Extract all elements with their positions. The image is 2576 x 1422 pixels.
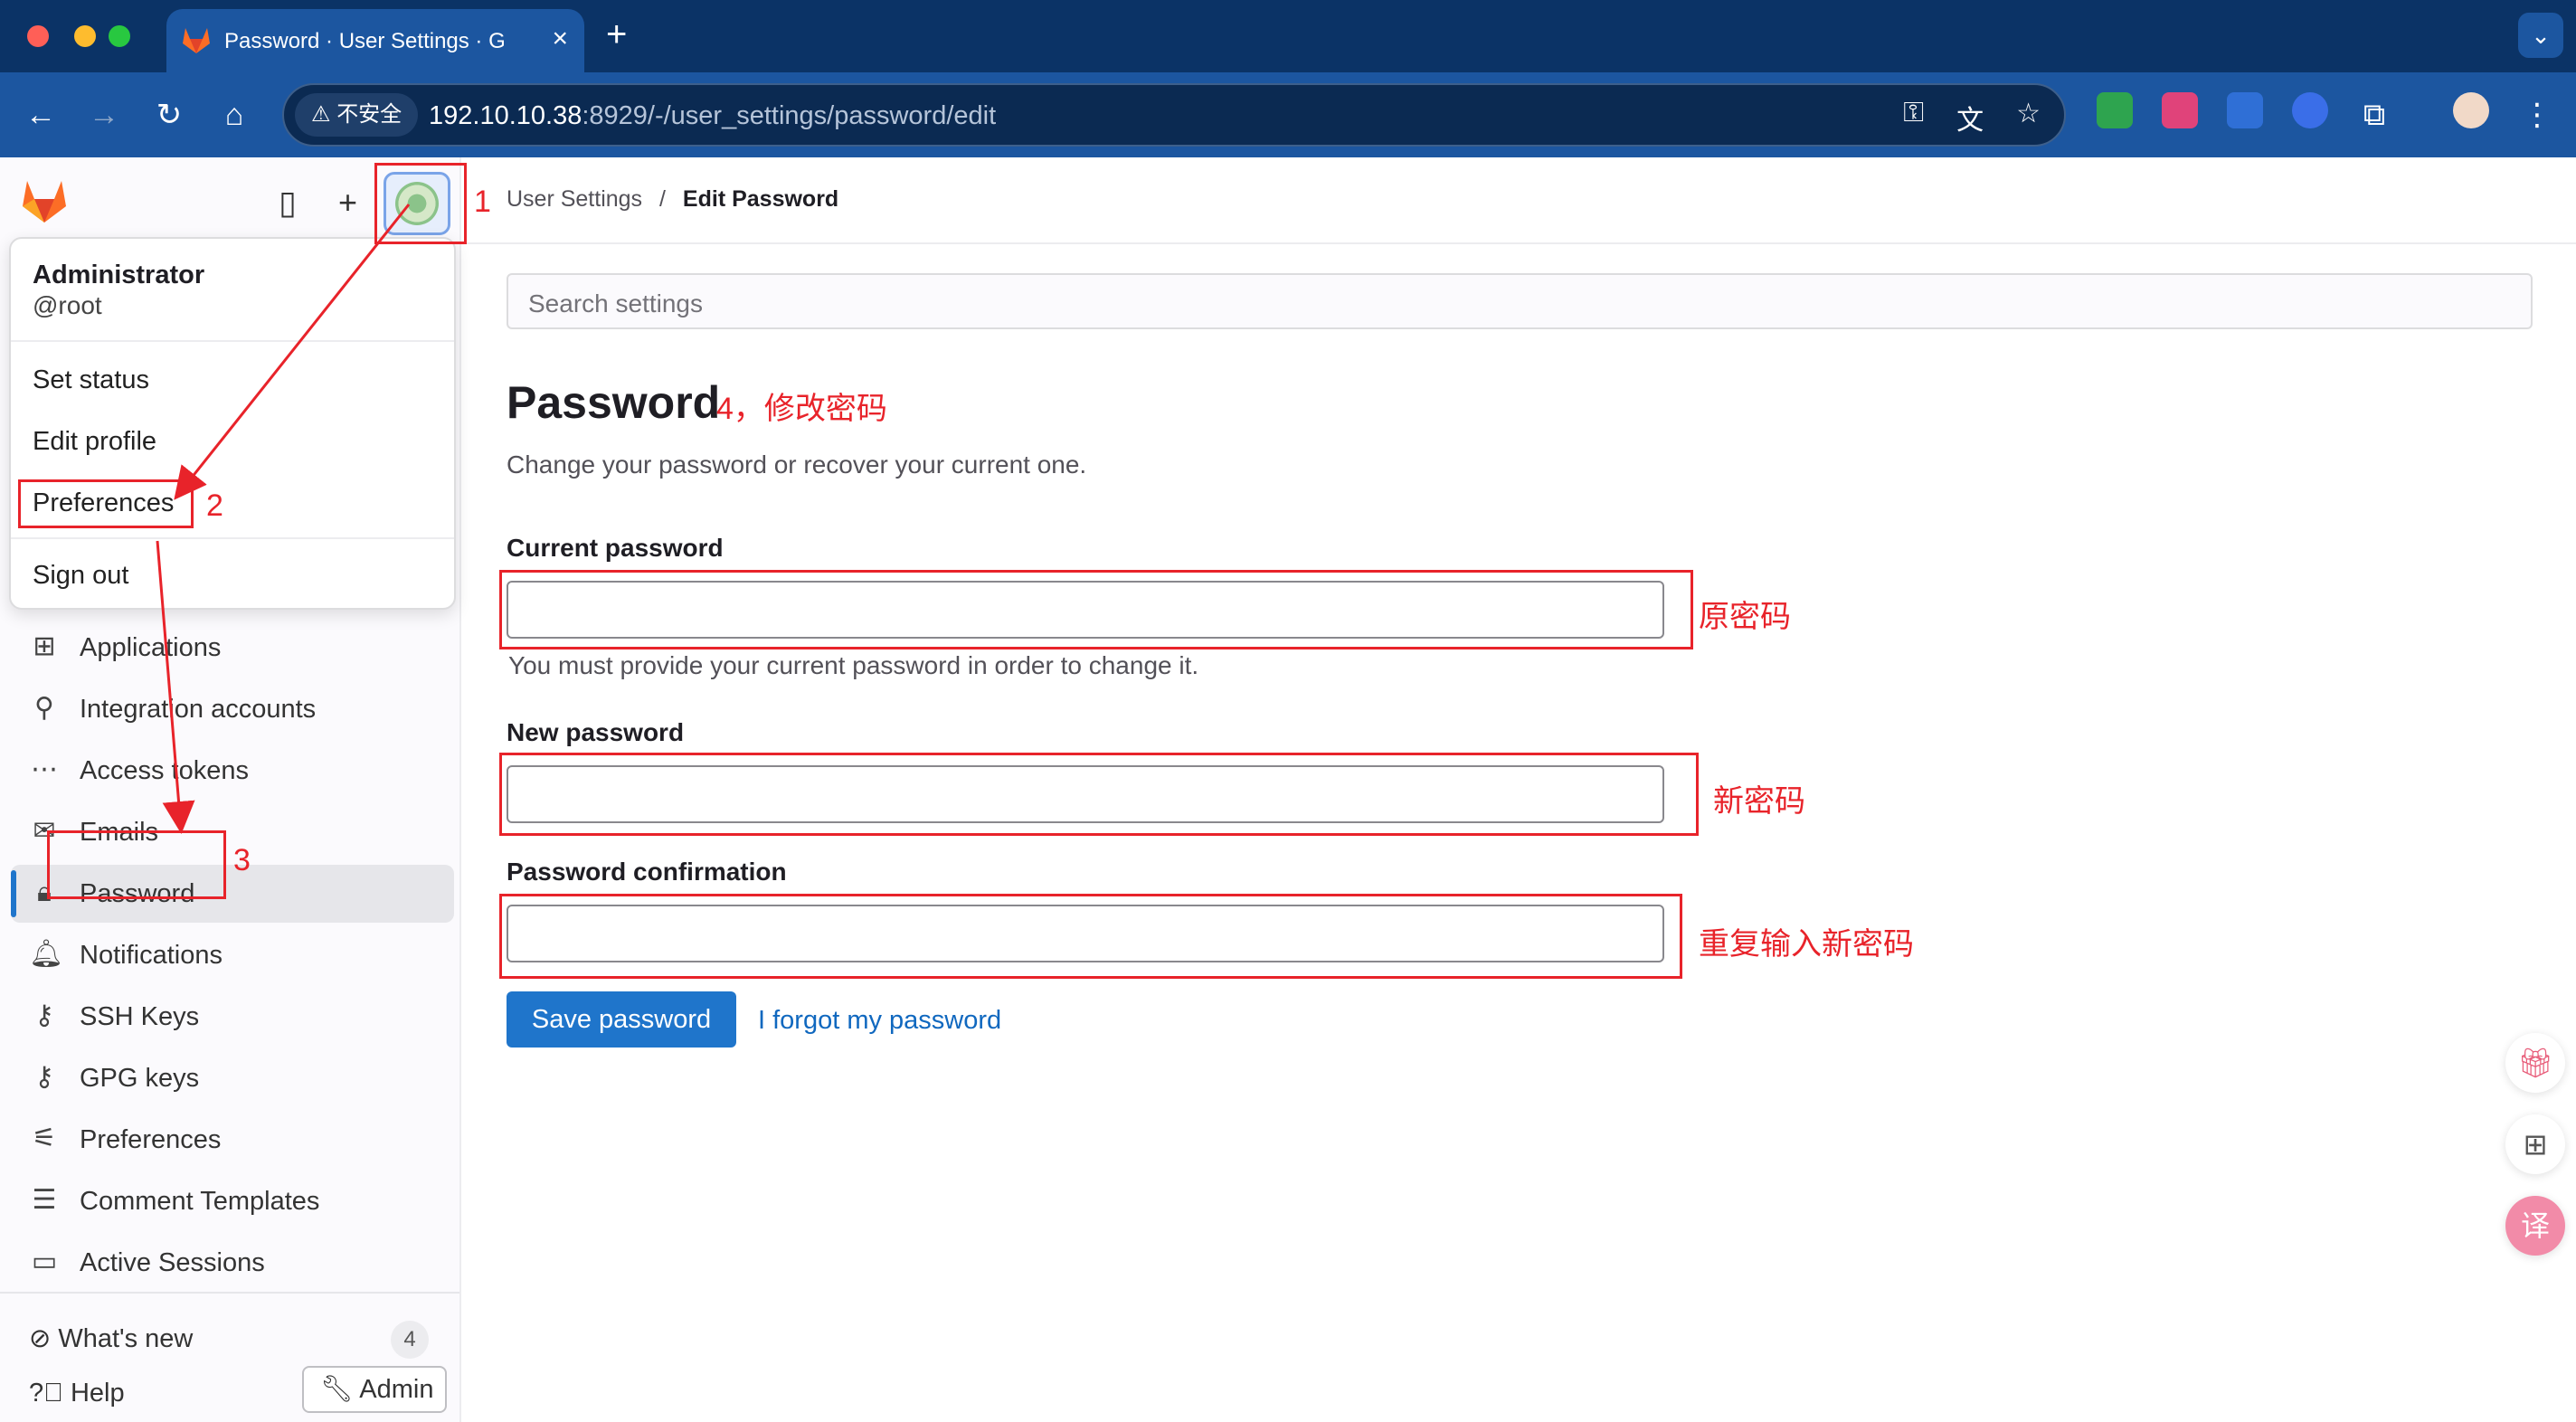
arrow-preferences-to-password	[156, 540, 195, 834]
arrow-avatar-to-preferences	[174, 204, 411, 500]
annotation-arrows	[156, 204, 411, 834]
